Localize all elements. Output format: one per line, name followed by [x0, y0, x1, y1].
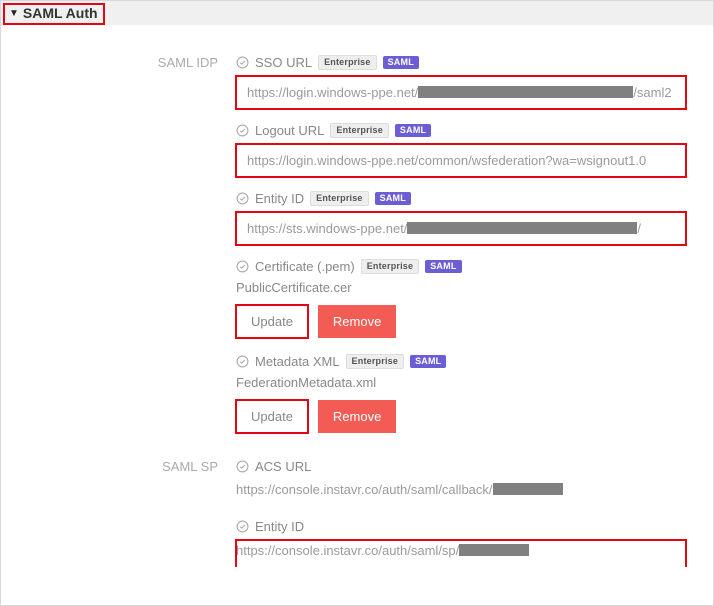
entity-id-label: Entity ID: [255, 191, 304, 206]
sso-url-input[interactable]: https://login.windows-ppe.net/ /saml2: [236, 76, 686, 109]
saml-auth-panel: ▼ SAML Auth SAML IDP SSO URL Enterprise …: [0, 0, 714, 606]
sso-url-label: SSO URL: [255, 55, 312, 70]
certificate-label: Certificate (.pem): [255, 259, 355, 274]
checkmark-icon: [236, 355, 249, 368]
sp-section-label: SAML SP: [21, 459, 236, 474]
logout-url-input[interactable]: [236, 144, 686, 177]
sso-url-group: SSO URL Enterprise SAML https://login.wi…: [236, 55, 693, 109]
enterprise-badge: Enterprise: [318, 55, 377, 70]
metadata-group: Metadata XML Enterprise SAML FederationM…: [236, 354, 693, 433]
saml-badge: SAML: [375, 192, 411, 205]
acs-url-group: ACS URL https://console.instavr.co/auth/…: [236, 459, 693, 511]
enterprise-badge: Enterprise: [310, 191, 369, 206]
enterprise-badge: Enterprise: [361, 259, 420, 274]
redacted-text: [407, 222, 637, 234]
logout-url-label: Logout URL: [255, 123, 324, 138]
saml-badge: SAML: [395, 124, 431, 137]
checkmark-icon: [236, 260, 249, 273]
update-button[interactable]: Update: [236, 400, 308, 433]
checkmark-icon: [236, 56, 249, 69]
checkmark-icon: [236, 124, 249, 137]
acs-url-label: ACS URL: [255, 459, 311, 474]
update-button[interactable]: Update: [236, 305, 308, 338]
entity-id-group: Entity ID Enterprise SAML https://sts.wi…: [236, 191, 693, 245]
sp-entity-id-group: Entity ID https://console.instavr.co/aut…: [236, 519, 693, 561]
saml-badge: SAML: [425, 260, 461, 273]
section-header[interactable]: ▼ SAML Auth: [1, 1, 713, 25]
section-title: SAML Auth: [23, 5, 98, 21]
caret-down-icon: ▼: [9, 8, 19, 19]
saml-badge: SAML: [410, 355, 446, 368]
entity-id-input[interactable]: https://sts.windows-ppe.net/ /: [236, 212, 686, 245]
redacted-text: [418, 86, 633, 98]
saml-badge: SAML: [383, 56, 419, 69]
idp-section-label: SAML IDP: [21, 55, 236, 70]
sp-entity-id-value: https://console.instavr.co/auth/saml/sp/: [236, 540, 686, 561]
metadata-filename: FederationMetadata.xml: [236, 375, 693, 390]
certificate-filename: PublicCertificate.cer: [236, 280, 693, 295]
checkmark-icon: [236, 460, 249, 473]
acs-url-value: https://console.instavr.co/auth/saml/cal…: [236, 480, 693, 511]
remove-button[interactable]: Remove: [318, 400, 396, 433]
remove-button[interactable]: Remove: [318, 305, 396, 338]
certificate-group: Certificate (.pem) Enterprise SAML Publi…: [236, 259, 693, 338]
logout-url-group: Logout URL Enterprise SAML: [236, 123, 693, 177]
checkmark-icon: [236, 520, 249, 533]
enterprise-badge: Enterprise: [346, 354, 405, 369]
redacted-text: [459, 544, 529, 556]
checkmark-icon: [236, 192, 249, 205]
enterprise-badge: Enterprise: [330, 123, 389, 138]
metadata-label: Metadata XML: [255, 354, 340, 369]
redacted-text: [493, 483, 563, 495]
sp-entity-id-label: Entity ID: [255, 519, 304, 534]
